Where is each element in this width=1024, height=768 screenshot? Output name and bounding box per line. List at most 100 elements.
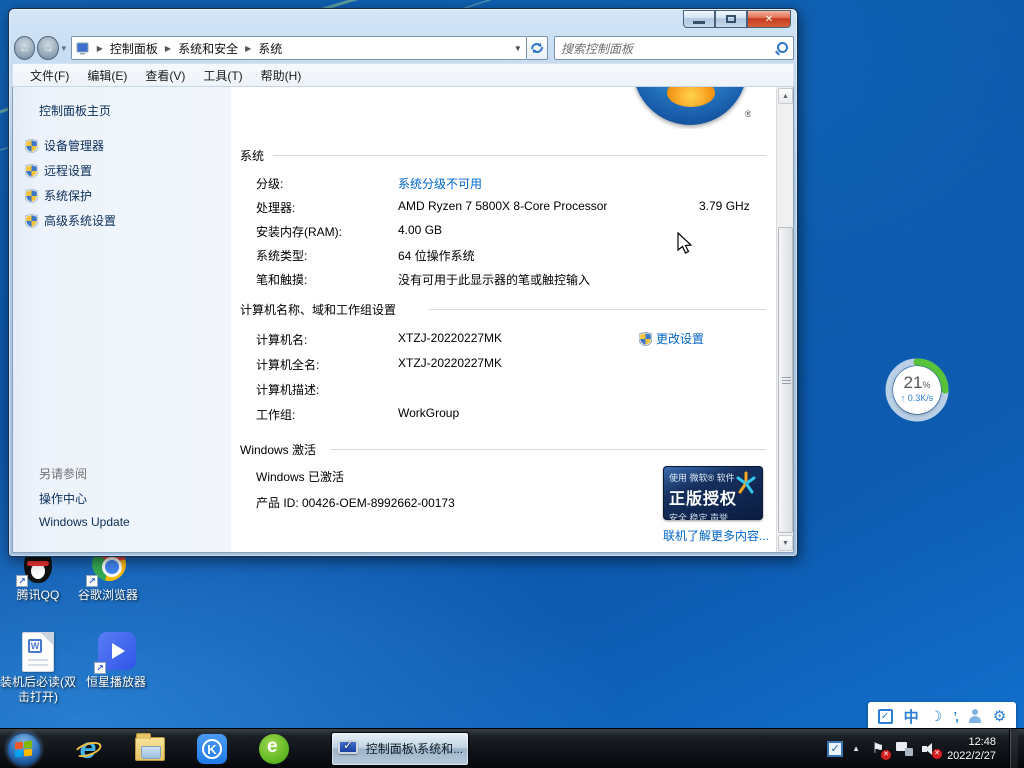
percent-unit: % — [922, 380, 930, 390]
gadget-tray-icon[interactable]: ✓ — [827, 741, 843, 757]
genuine-software-badge[interactable]: 使用 微软® 软件 正版授权 安全 稳定 声誉 — [663, 466, 763, 520]
change-settings-link[interactable]: 更改设置 — [656, 330, 704, 347]
address-dropdown-icon[interactable]: ▼ — [514, 44, 522, 53]
search-icon[interactable] — [775, 42, 787, 54]
menu-view[interactable]: 查看(V) — [136, 64, 194, 87]
ime-punctuation-icon[interactable]: ’, — [953, 709, 956, 724]
system-type-label: 系统类型: — [256, 247, 307, 264]
speed-ball-widget[interactable]: 21% ↑ 0.3K/s — [884, 357, 950, 423]
active-task-control-panel[interactable]: ✓ 控制面板\系统和... — [331, 732, 469, 766]
document-icon: W — [18, 632, 58, 672]
sidebar-item-label: 设备管理器 — [44, 137, 104, 154]
desktop-icon-label: 恒星播放器 — [76, 675, 156, 690]
show-desktop-button[interactable] — [1009, 729, 1018, 768]
volume-muted-icon[interactable]: ✕ — [922, 742, 938, 756]
sidebar-item-system-protection[interactable]: 系统保护 — [25, 187, 92, 204]
uac-shield-icon — [639, 332, 652, 346]
taskbar: e K ✓ 控制面板\系统和... ✓ ▲ ⚑✕ ✕ 12:48 2022/2/… — [0, 728, 1024, 768]
k-app-icon: K — [197, 734, 227, 764]
address-bar[interactable]: ▶ 控制面板 ▶ 系统和安全 ▶ 系统 ▼ — [71, 36, 527, 60]
vertical-scrollbar[interactable]: ▲ ▼ — [776, 87, 793, 552]
menu-help[interactable]: 帮助(H) — [252, 64, 311, 87]
forward-button[interactable]: → — [37, 36, 58, 60]
full-computer-name-label: 计算机全名: — [256, 356, 319, 373]
learn-more-online-link[interactable]: 联机了解更多内容... — [663, 527, 769, 544]
menu-file[interactable]: 文件(F) — [21, 64, 78, 87]
title-bar[interactable]: ✕ — [12, 9, 794, 33]
sidebar-item-remote-settings[interactable]: 远程设置 — [25, 162, 92, 179]
workgroup-value: WorkGroup — [398, 406, 459, 420]
system-properties-window: ✕ ← → ▼ ▶ 控制面板 ▶ 系统和安全 ▶ 系统 ▼ — [8, 8, 798, 557]
menu-bar: 文件(F) 编辑(E) 查看(V) 工具(T) 帮助(H) — [12, 63, 794, 87]
breadcrumb-control-panel[interactable]: 控制面板 — [110, 40, 158, 57]
rating-unavailable-link[interactable]: 系统分级不可用 — [398, 175, 482, 192]
system-type-value: 64 位操作系统 — [398, 247, 475, 264]
uac-shield-icon — [25, 139, 38, 153]
sidebar: 控制面板主页 设备管理器 — [13, 87, 231, 552]
folder-icon — [135, 737, 165, 761]
sidebar-item-control-panel-home[interactable]: 控制面板主页 — [39, 102, 111, 119]
maximize-button[interactable] — [715, 10, 747, 28]
uac-shield-icon — [25, 164, 38, 178]
active-task-label: 控制面板\系统和... — [366, 740, 462, 757]
ime-fullwidth-moon-icon[interactable]: ☽ — [930, 708, 943, 725]
scrollbar-thumb[interactable] — [778, 227, 793, 533]
minimize-button[interactable] — [683, 10, 715, 28]
desktop: ↗ 腾讯QQ ↗ 谷歌浏览器 W 装机后必读(双击打开) ↗ 恒星播放器 ✕ — [0, 0, 1024, 768]
sidebar-item-label: 系统保护 — [44, 187, 92, 204]
sidebar-item-action-center[interactable]: 操作中心 — [39, 490, 87, 507]
uac-shield-icon — [25, 189, 38, 203]
processor-value: AMD Ryzen 7 5800X 8-Core Processor — [398, 199, 607, 213]
green-browser-icon — [259, 734, 289, 764]
system-tray: ✓ ▲ ⚑✕ ✕ 12:48 2022/2/27 — [827, 729, 1024, 768]
menu-tools[interactable]: 工具(T) — [194, 64, 251, 87]
search-placeholder: 搜索控制面板 — [561, 40, 633, 57]
computer-name-value: XTZJ-20220227MK — [398, 331, 502, 345]
start-button[interactable] — [7, 732, 41, 766]
desktop-icon-label: 装机后必读(双击打开) — [0, 675, 78, 705]
scroll-down-arrow[interactable]: ▼ — [778, 535, 793, 551]
sidebar-item-windows-update[interactable]: Windows Update — [39, 515, 130, 529]
ime-user-icon[interactable] — [968, 709, 982, 723]
mouse-cursor — [676, 232, 694, 256]
taskbar-360-browser-button[interactable] — [259, 734, 289, 764]
ime-settings-gear-icon[interactable]: ⚙ — [993, 707, 1006, 725]
desktop-icon-readme[interactable]: W 装机后必读(双击打开) — [0, 632, 78, 705]
breadcrumb-system[interactable]: 系统 — [258, 40, 282, 57]
action-center-flag-icon[interactable]: ⚑✕ — [869, 740, 887, 757]
recent-pages-caret-icon[interactable]: ▼ — [60, 44, 68, 53]
ime-chinese-mode-icon[interactable]: 中 — [904, 706, 919, 727]
back-button[interactable]: ← — [14, 36, 35, 60]
scroll-up-arrow[interactable]: ▲ — [778, 88, 793, 104]
menu-edit[interactable]: 编辑(E) — [78, 64, 136, 87]
change-settings[interactable]: 更改设置 — [639, 330, 704, 347]
network-icon[interactable] — [896, 742, 913, 756]
close-button[interactable]: ✕ — [747, 10, 791, 28]
breadcrumb-arrow-icon: ▶ — [165, 44, 171, 53]
ime-logo-icon[interactable]: ✓ — [878, 709, 893, 724]
memory-percent: 21 — [904, 373, 923, 392]
uac-shield-icon — [25, 214, 38, 228]
refresh-button[interactable] — [527, 36, 548, 60]
windows-flag-icon — [15, 741, 33, 757]
clock-time: 12:48 — [947, 735, 996, 749]
ime-toolbar[interactable]: ✓ 中 ☽ ’, ⚙ — [868, 702, 1016, 730]
sidebar-item-label: 高级系统设置 — [44, 212, 116, 229]
pen-touch-value: 没有可用于此显示器的笔或触控输入 — [398, 271, 590, 288]
computer-description-label: 计算机描述: — [256, 381, 319, 398]
taskbar-k-app-button[interactable]: K — [197, 734, 227, 764]
registered-mark: ® — [745, 109, 751, 119]
activation-status: Windows 已激活 — [256, 468, 344, 485]
main-content: ® 系统 分级: 系统分级不可用 处理器: AMD Ryzen 7 5800X … — [231, 87, 776, 552]
search-input[interactable]: 搜索控制面板 — [554, 36, 794, 60]
taskbar-ie-button[interactable]: e — [73, 734, 103, 764]
processor-label: 处理器: — [256, 199, 295, 216]
desktop-icon-star-player[interactable]: ↗ 恒星播放器 — [76, 632, 156, 690]
sidebar-item-advanced-settings[interactable]: 高级系统设置 — [25, 212, 116, 229]
breadcrumb-system-security[interactable]: 系统和安全 — [178, 40, 238, 57]
breadcrumb-arrow-icon: ▶ — [97, 44, 103, 53]
taskbar-explorer-button[interactable] — [135, 734, 165, 764]
sidebar-item-device-manager[interactable]: 设备管理器 — [25, 137, 104, 154]
taskbar-clock[interactable]: 12:48 2022/2/27 — [947, 735, 1000, 763]
show-hidden-icons-arrow[interactable]: ▲ — [852, 744, 860, 753]
